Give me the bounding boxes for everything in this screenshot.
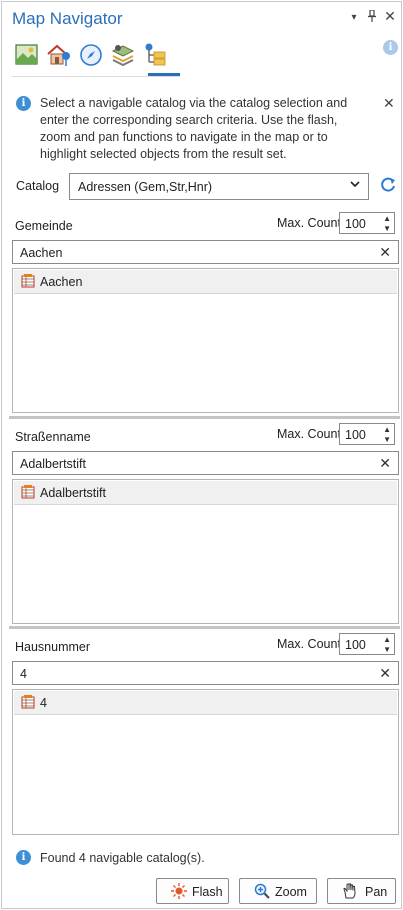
status-info-icon: i (16, 850, 31, 865)
section-label: Straßenname (15, 430, 91, 444)
chevron-down-icon (349, 178, 361, 193)
zoom-button[interactable]: Zoom (239, 878, 317, 904)
max-count-stepper[interactable]: 100 ▲ ▼ (339, 633, 395, 655)
search-value: 4 (20, 667, 27, 681)
pane-title: Map Navigator (12, 9, 123, 28)
section-splitter[interactable] (9, 626, 400, 629)
section-splitter[interactable] (9, 416, 400, 419)
flash-button[interactable]: Flash (156, 878, 229, 904)
title-bar: Map Navigator ▾ ✕ (2, 2, 401, 34)
help-icon[interactable]: i (383, 40, 398, 55)
result-label: Aachen (40, 275, 83, 289)
result-list[interactable]: Aachen (12, 268, 399, 413)
max-count-label: Max. Count (277, 427, 341, 441)
catalog-selected-value: Adressen (Gem,Str,Hnr) (78, 180, 213, 194)
max-count-label: Max. Count (277, 637, 341, 651)
max-count-value: 100 (345, 428, 366, 442)
tool-tab-bar (12, 40, 392, 76)
section-strassenname: Straßenname Max. Count 100 ▲ ▼ Adalberts… (12, 423, 399, 624)
clear-icon[interactable]: ✕ (379, 244, 391, 261)
flash-label: Flash (192, 885, 223, 899)
catalog-dropdown[interactable]: Adressen (Gem,Str,Hnr) (69, 173, 369, 200)
map-picture-icon[interactable] (14, 42, 40, 68)
refresh-icon[interactable] (379, 176, 397, 197)
list-item[interactable]: 4 (14, 691, 397, 715)
list-item[interactable]: Aachen (14, 270, 397, 294)
pan-label: Pan (365, 885, 388, 899)
map-navigator-pane: Map Navigator ▾ ✕ i i Select a navigable… (1, 1, 402, 909)
dismiss-info-icon[interactable]: ✕ (383, 95, 395, 112)
hausnummer-search-input[interactable]: 4 ✕ (12, 661, 399, 685)
gemeinde-search-input[interactable]: Aachen ✕ (12, 240, 399, 264)
house-marker-icon[interactable] (46, 42, 72, 68)
search-value: Aachen (20, 246, 63, 260)
stepper-up-icon[interactable]: ▲ (383, 635, 391, 644)
catalog-table-icon (21, 485, 35, 502)
section-hausnummer: Hausnummer Max. Count 100 ▲ ▼ 4 ✕ 4 (12, 633, 399, 835)
pin-icon[interactable] (365, 9, 379, 25)
stepper-up-icon[interactable]: ▲ (383, 425, 391, 434)
pin-glyph (368, 9, 376, 22)
max-count-label: Max. Count (277, 216, 341, 230)
section-label: Hausnummer (15, 640, 91, 654)
flash-icon (171, 883, 187, 899)
max-count-stepper[interactable]: 100 ▲ ▼ (339, 423, 395, 445)
stepper-down-icon[interactable]: ▼ (383, 435, 391, 444)
section-gemeinde: Gemeinde Max. Count 100 ▲ ▼ Aachen ✕ Aac… (12, 212, 399, 413)
stepper-down-icon[interactable]: ▼ (383, 645, 391, 654)
stepper-up-icon[interactable]: ▲ (383, 214, 391, 223)
search-value: Adalbertstift (20, 457, 87, 471)
result-list[interactable]: Adalbertstift (12, 479, 399, 624)
layers-map-icon[interactable] (110, 42, 136, 68)
strassenname-search-input[interactable]: Adalbertstift ✕ (12, 451, 399, 475)
zoom-label: Zoom (275, 885, 307, 899)
tab-divider (12, 76, 180, 77)
stepper-down-icon[interactable]: ▼ (383, 224, 391, 233)
info-message: Select a navigable catalog via the catal… (40, 96, 348, 161)
catalog-tree-icon[interactable] (142, 42, 168, 68)
zoom-icon (254, 883, 270, 899)
max-count-stepper[interactable]: 100 ▲ ▼ (339, 212, 395, 234)
hand-pan-icon (343, 883, 356, 899)
result-label: 4 (40, 696, 47, 710)
pan-button[interactable]: Pan (327, 878, 396, 904)
clear-icon[interactable]: ✕ (379, 455, 391, 472)
pane-menu-icon[interactable]: ▾ (347, 12, 361, 23)
catalog-label: Catalog (16, 179, 60, 193)
info-icon: i (16, 96, 31, 111)
clear-icon[interactable]: ✕ (379, 665, 391, 682)
result-list[interactable]: 4 (12, 689, 399, 835)
list-item[interactable]: Adalbertstift (14, 481, 397, 505)
compass-icon[interactable] (78, 42, 104, 68)
catalog-table-icon (21, 274, 35, 291)
catalog-table-icon (21, 695, 35, 712)
max-count-value: 100 (345, 217, 366, 231)
status-text: Found 4 navigable catalog(s). (40, 851, 205, 865)
close-icon[interactable]: ✕ (383, 8, 397, 25)
max-count-value: 100 (345, 638, 366, 652)
section-label: Gemeinde (15, 219, 73, 233)
result-label: Adalbertstift (40, 486, 107, 500)
